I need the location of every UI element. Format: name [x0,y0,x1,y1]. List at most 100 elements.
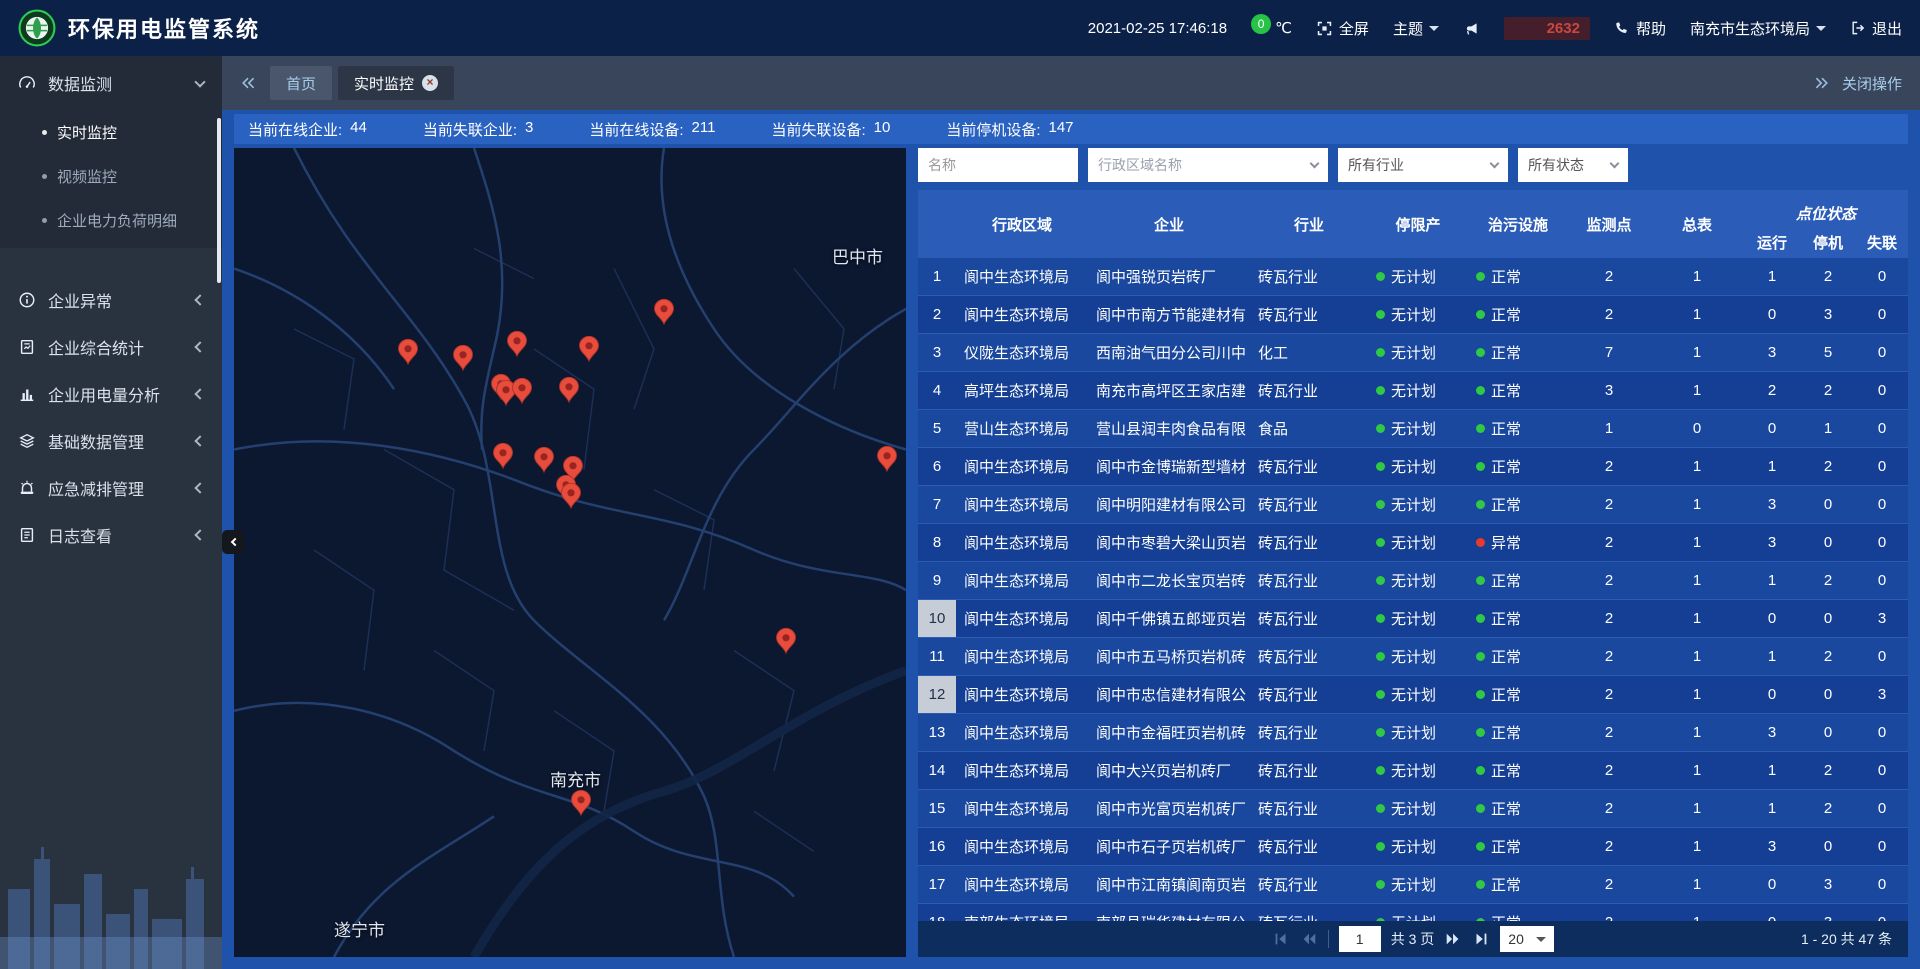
sidebar-scrollbar[interactable] [217,118,221,283]
chevron-left-icon [194,435,205,446]
cell-offline: 0 [1856,448,1908,485]
cell-index: 17 [918,866,956,903]
table-row[interactable]: 16阆中生态环境局阆中市石子页岩机砖厂砖瓦行业无计划正常21300 [918,828,1908,866]
page-number-input[interactable] [1339,926,1381,952]
tab-close-icon[interactable]: × [422,75,438,91]
sidebar-group-1[interactable]: 数据监测 [0,56,222,110]
close-operations-button[interactable]: 关闭操作 [1842,73,1910,94]
cell-industry: 食品 [1250,410,1368,447]
status-dot-icon [1476,538,1485,547]
table-row[interactable]: 12阆中生态环境局阆中市忠信建材有限公砖瓦行业无计划正常21003 [918,676,1908,714]
table-row[interactable]: 17阆中生态环境局阆中市江南镇阆南页岩砖瓦行业无计划正常21030 [918,866,1908,904]
region-filter-select[interactable]: 行政区域名称 [1088,148,1328,182]
bullet-icon [42,218,47,223]
table-row[interactable]: 13阆中生态环境局阆中市金福旺页岩机砖砖瓦行业无计划正常21300 [918,714,1908,752]
tabs-scroll-left-icon[interactable] [232,75,264,91]
cell-meters: 1 [1650,866,1744,903]
cell-offline: 0 [1856,828,1908,865]
fullscreen-button[interactable]: 全屏 [1316,18,1369,39]
cell-limit-status: 无计划 [1368,372,1468,409]
tab-home[interactable]: 首页 [270,66,332,100]
next-page-icon[interactable] [1444,930,1462,948]
sidebar-group-2[interactable]: 企业异常 [0,276,222,323]
map-pin[interactable] [535,447,554,472]
cell-company: 西南油气田分公司川中 [1088,334,1250,371]
app-root: 环保用电监管系统 2021-02-25 17:46:18 0 ℃ 全屏 主题 2… [0,0,1920,969]
name-filter-input[interactable] [918,148,1078,182]
map-pin[interactable] [560,377,579,402]
notice-count-badge[interactable]: 2632 [1504,17,1590,40]
page-size-select[interactable]: 20 [1500,926,1554,952]
chevron-left-icon [194,482,205,493]
cell-monitor-points: 2 [1568,486,1650,523]
sidebar-group-label: 企业用电量分析 [48,382,160,406]
tabs-scroll-right-icon[interactable] [1806,75,1838,91]
sidebar-item[interactable]: 实时监控 [0,110,222,154]
status-dot-icon [1476,424,1485,433]
org-dropdown[interactable]: 南充市生态环境局 [1690,18,1826,39]
map-pin[interactable] [513,378,532,403]
cell-running: 0 [1744,296,1800,333]
sidebar-group-7[interactable]: 日志查看 [0,511,222,558]
table-header: 行政区域 企业 行业 停限产 治污设施 监测点 总表 点位状态 运行 停机 失联 [918,190,1908,258]
logout-button[interactable]: 退出 [1850,18,1902,39]
table-row[interactable]: 9阆中生态环境局阆中市二龙长宝页岩砖砖瓦行业无计划正常21120 [918,562,1908,600]
table-row[interactable]: 5营山生态环境局营山县润丰肉食品有限食品无计划正常10010 [918,410,1908,448]
cell-monitor-points: 2 [1568,904,1650,921]
column-header-industry: 行业 [1250,190,1368,258]
table-row[interactable]: 10阆中生态环境局阆中千佛镇五郎垭页岩砖瓦行业无计划正常21003 [918,600,1908,638]
table-row[interactable]: 2阆中生态环境局阆中市南方节能建材有砖瓦行业无计划正常21030 [918,296,1908,334]
table-row[interactable]: 18南部生态环境局南部县瑞华建材有限公砖瓦行业无计划正常21030 [918,904,1908,921]
industry-filter-select[interactable]: 所有行业 [1338,148,1508,182]
table-row[interactable]: 1阆中生态环境局阆中强锐页岩砖厂砖瓦行业无计划正常21120 [918,258,1908,296]
map-pin[interactable] [655,299,674,324]
sidebar-group-label: 基础数据管理 [48,429,144,453]
column-header-company: 企业 [1088,190,1250,258]
stat-value: 147 [1049,119,1074,140]
status-filter-select[interactable]: 所有状态 [1518,148,1628,182]
map-pin[interactable] [777,628,796,653]
tab-realtime-monitor[interactable]: 实时监控 × [338,66,454,100]
status-dot-icon [1476,576,1485,585]
cell-offline: 0 [1856,562,1908,599]
map-pin[interactable] [399,339,418,364]
map-pin[interactable] [572,790,591,815]
table-row[interactable]: 14阆中生态环境局阆中大兴页岩机砖厂砖瓦行业无计划正常21120 [918,752,1908,790]
sidebar-group-5[interactable]: 基础数据管理 [0,417,222,464]
cell-index: 15 [918,790,956,827]
map-pin[interactable] [580,336,599,361]
sidebar-item[interactable]: 企业电力负荷明细 [0,198,222,242]
announcement-horn-icon[interactable] [1463,20,1480,37]
collapse-map-handle[interactable] [222,530,244,554]
map-panel[interactable]: 巴中市南充市遂宁市 [234,148,906,957]
fullscreen-icon [1316,20,1333,37]
map-pin[interactable] [454,345,473,370]
database-icon [18,432,36,450]
table-row[interactable]: 7阆中生态环境局阆中明阳建材有限公司砖瓦行业无计划正常21300 [918,486,1908,524]
sidebar-group-3[interactable]: 企业综合统计 [0,323,222,370]
sidebar-group-6[interactable]: 应急减排管理 [0,464,222,511]
sidebar-item[interactable]: 视频监控 [0,154,222,198]
prev-page-icon[interactable] [1300,930,1318,948]
table-row[interactable]: 4高坪生态环境局南充市高坪区王家店建砖瓦行业无计划正常31220 [918,372,1908,410]
table-row[interactable]: 8阆中生态环境局阆中市枣碧大梁山页岩砖瓦行业无计划异常21300 [918,524,1908,562]
map-pin[interactable] [508,331,527,356]
sidebar-group-4[interactable]: 企业用电量分析 [0,370,222,417]
last-page-icon[interactable] [1472,930,1490,948]
map-pin[interactable] [497,380,516,405]
map-pin[interactable] [562,483,581,508]
stat-item: 当前在线企业:44 [248,119,367,140]
first-page-icon[interactable] [1272,930,1290,948]
map-pin[interactable] [878,446,897,471]
help-button[interactable]: 帮助 [1614,18,1666,39]
cell-limit-status: 无计划 [1368,258,1468,295]
table-row[interactable]: 15阆中生态环境局阆中市光富页岩机砖厂砖瓦行业无计划正常21120 [918,790,1908,828]
map-pin[interactable] [494,443,513,468]
theme-dropdown[interactable]: 主题 [1393,18,1439,39]
cell-meters: 1 [1650,790,1744,827]
table-row[interactable]: 6阆中生态环境局阆中市金博瑞新型墙材砖瓦行业无计划正常21120 [918,448,1908,486]
table-row[interactable]: 11阆中生态环境局阆中市五马桥页岩机砖砖瓦行业无计划正常21120 [918,638,1908,676]
cell-region: 阆中生态环境局 [956,676,1088,713]
cell-company: 南充市高坪区王家店建 [1088,372,1250,409]
table-row[interactable]: 3仪陇生态环境局西南油气田分公司川中化工无计划正常71350 [918,334,1908,372]
